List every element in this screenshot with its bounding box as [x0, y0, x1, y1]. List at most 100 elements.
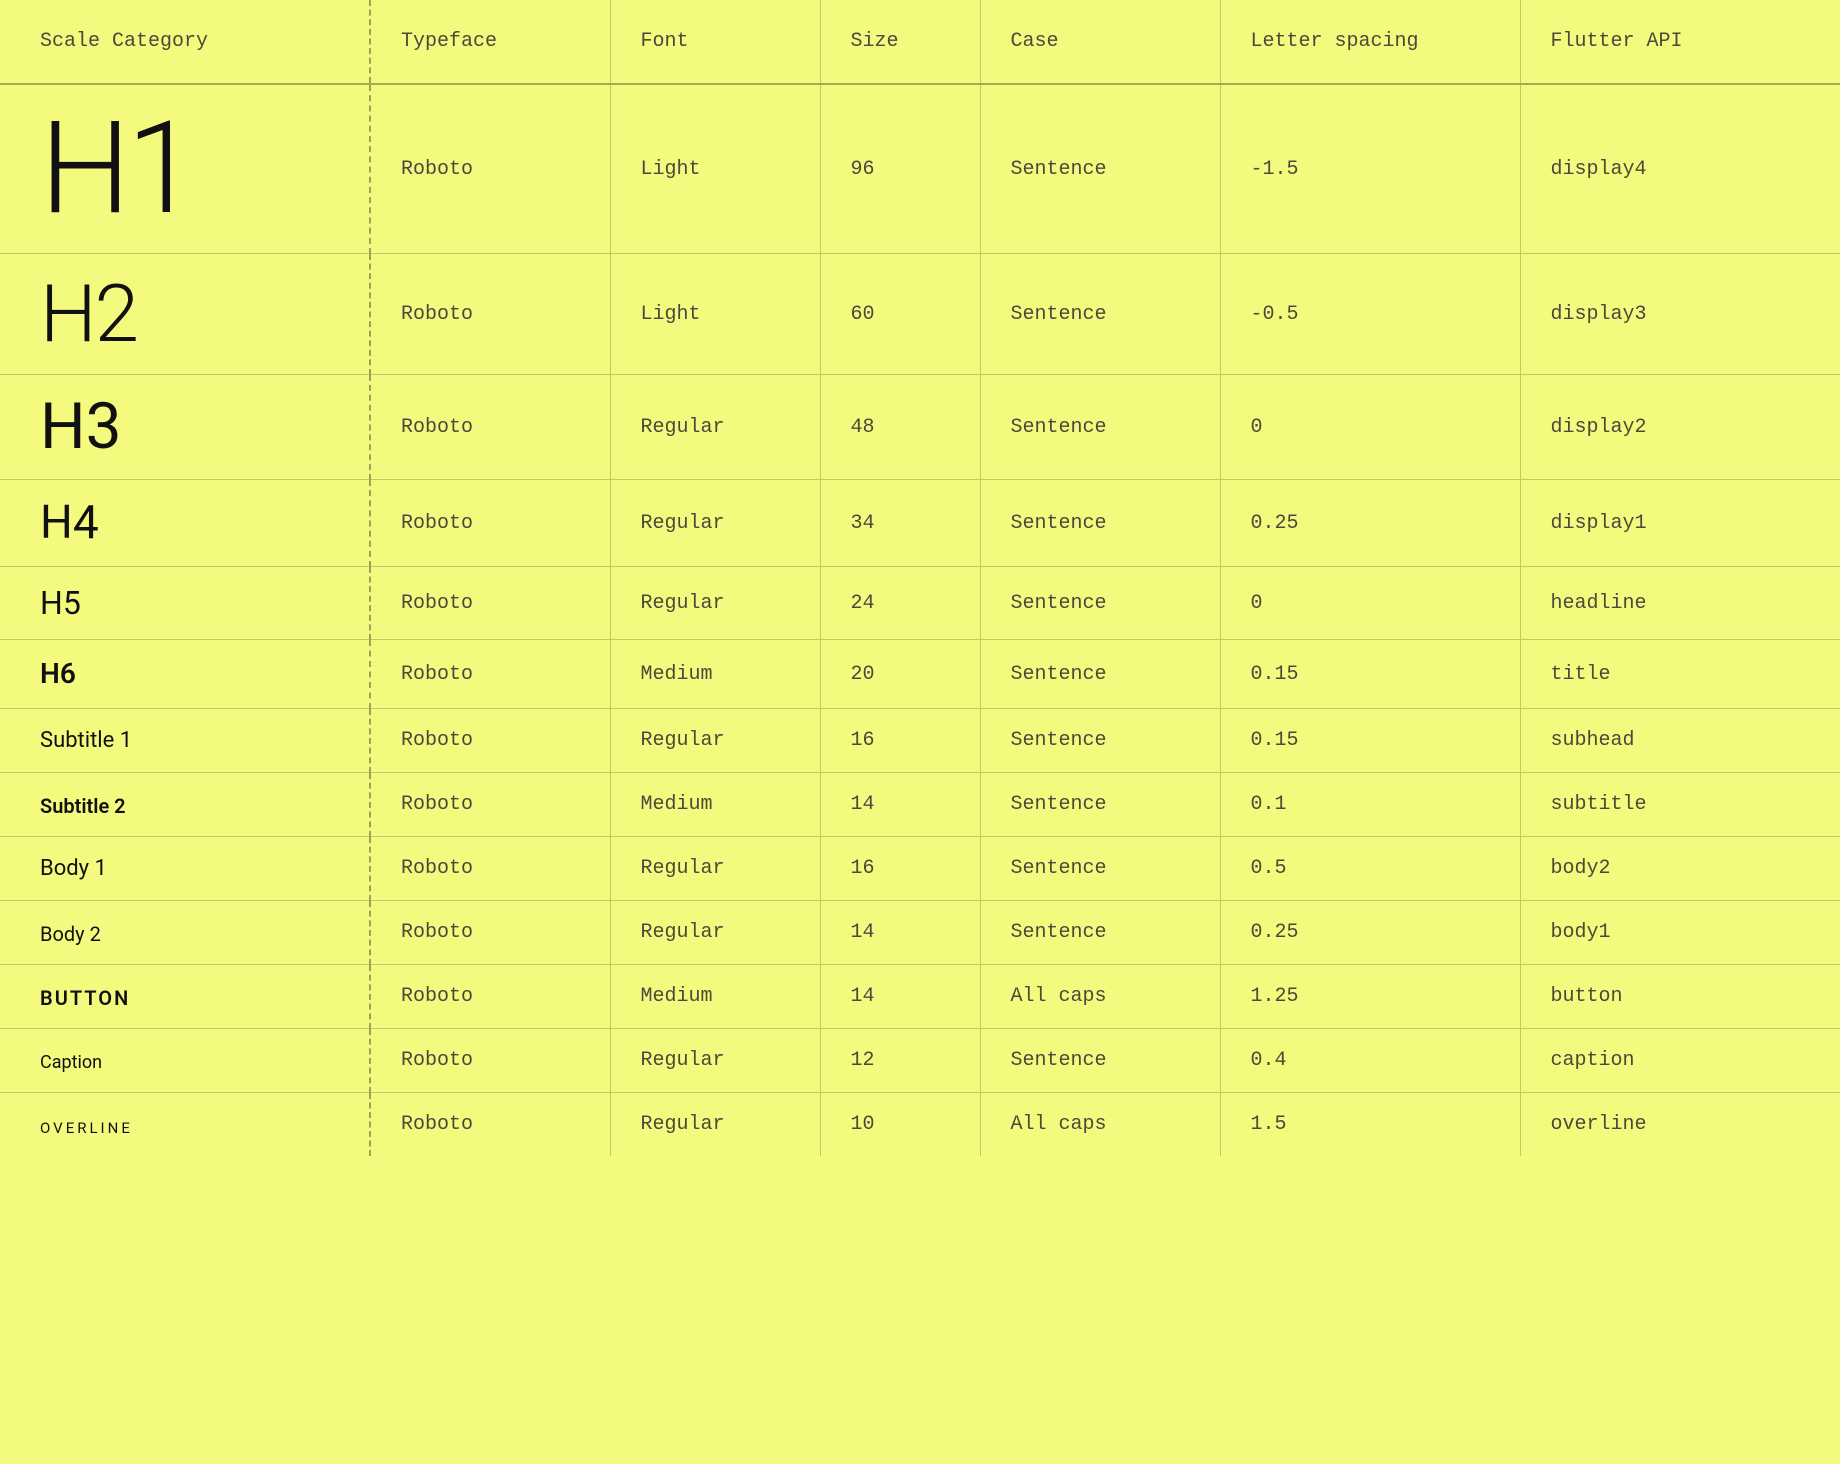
- scale-specimen: H3: [40, 395, 345, 459]
- api-cell: display1: [1520, 480, 1840, 567]
- size-cell: 14: [820, 901, 980, 965]
- table-row: OVERLINERobotoRegular10All caps1.5overli…: [0, 1093, 1840, 1157]
- api-cell: display2: [1520, 375, 1840, 480]
- api-cell: display3: [1520, 254, 1840, 375]
- typeface-cell: Roboto: [370, 254, 610, 375]
- typeface-cell: Roboto: [370, 567, 610, 640]
- scale-specimen: Subtitle 2: [40, 796, 345, 816]
- scale-specimen: Subtitle 1: [40, 730, 345, 752]
- size-cell: 14: [820, 773, 980, 837]
- table-row: H2RobotoLight60Sentence-0.5display3: [0, 254, 1840, 375]
- api-cell: headline: [1520, 567, 1840, 640]
- api-cell: body1: [1520, 901, 1840, 965]
- font-cell: Regular: [610, 1093, 820, 1157]
- col-size-header: Size: [820, 0, 980, 84]
- table-row: Body 2RobotoRegular14Sentence0.25body1: [0, 901, 1840, 965]
- scale-category-cell: Caption: [0, 1029, 370, 1093]
- table-row: H1RobotoLight96Sentence-1.5display4: [0, 84, 1840, 254]
- api-cell: overline: [1520, 1093, 1840, 1157]
- spacing-cell: 0.25: [1220, 480, 1520, 567]
- spacing-cell: 1.25: [1220, 965, 1520, 1029]
- api-cell: subtitle: [1520, 773, 1840, 837]
- case-cell: Sentence: [980, 84, 1220, 254]
- typeface-cell: Roboto: [370, 837, 610, 901]
- scale-specimen: H4: [40, 500, 345, 546]
- scale-category-cell: H2: [0, 254, 370, 375]
- size-cell: 10: [820, 1093, 980, 1157]
- typeface-cell: Roboto: [370, 901, 610, 965]
- case-cell: All caps: [980, 1093, 1220, 1157]
- table-header-row: Scale Category Typeface Font Size Case L…: [0, 0, 1840, 84]
- spacing-cell: 0.1: [1220, 773, 1520, 837]
- typeface-cell: Roboto: [370, 1029, 610, 1093]
- size-cell: 34: [820, 480, 980, 567]
- scale-category-cell: Subtitle 2: [0, 773, 370, 837]
- api-cell: title: [1520, 640, 1840, 709]
- typeface-cell: Roboto: [370, 965, 610, 1029]
- font-cell: Regular: [610, 375, 820, 480]
- spacing-cell: 0.4: [1220, 1029, 1520, 1093]
- table-row: H3RobotoRegular48Sentence0display2: [0, 375, 1840, 480]
- spacing-cell: 0: [1220, 567, 1520, 640]
- scale-specimen: H5: [40, 587, 345, 619]
- table-row: BUTTON RobotoMedium14All caps1.25button: [0, 965, 1840, 1029]
- scale-category-cell: H6: [0, 640, 370, 709]
- font-cell: Regular: [610, 709, 820, 773]
- table-row: Body 1RobotoRegular16Sentence0.5body2: [0, 837, 1840, 901]
- scale-category-cell: H5: [0, 567, 370, 640]
- case-cell: All caps: [980, 965, 1220, 1029]
- case-cell: Sentence: [980, 254, 1220, 375]
- table-row: Caption RobotoRegular12Sentence0.4caption: [0, 1029, 1840, 1093]
- case-cell: Sentence: [980, 773, 1220, 837]
- col-font-header: Font: [610, 0, 820, 84]
- scale-specimen: OVERLINE: [40, 1121, 345, 1136]
- scale-category-cell: Subtitle 1: [0, 709, 370, 773]
- typeface-cell: Roboto: [370, 640, 610, 709]
- size-cell: 16: [820, 709, 980, 773]
- case-cell: Sentence: [980, 375, 1220, 480]
- spacing-cell: -0.5: [1220, 254, 1520, 375]
- api-cell: display4: [1520, 84, 1840, 254]
- api-cell: button: [1520, 965, 1840, 1029]
- case-cell: Sentence: [980, 1029, 1220, 1093]
- font-cell: Medium: [610, 965, 820, 1029]
- spacing-cell: 0: [1220, 375, 1520, 480]
- scale-specimen: H2: [40, 274, 345, 354]
- api-cell: caption: [1520, 1029, 1840, 1093]
- scale-category-cell: OVERLINE: [0, 1093, 370, 1157]
- size-cell: 12: [820, 1029, 980, 1093]
- case-cell: Sentence: [980, 567, 1220, 640]
- col-scale-header: Scale Category: [0, 0, 370, 84]
- scale-specimen: Body 2: [40, 924, 345, 944]
- size-cell: 14: [820, 965, 980, 1029]
- typeface-cell: Roboto: [370, 773, 610, 837]
- case-cell: Sentence: [980, 709, 1220, 773]
- size-cell: 60: [820, 254, 980, 375]
- size-cell: 16: [820, 837, 980, 901]
- size-cell: 24: [820, 567, 980, 640]
- spacing-cell: 0.15: [1220, 640, 1520, 709]
- typeface-cell: Roboto: [370, 709, 610, 773]
- font-cell: Regular: [610, 901, 820, 965]
- font-cell: Regular: [610, 1029, 820, 1093]
- font-cell: Light: [610, 84, 820, 254]
- case-cell: Sentence: [980, 640, 1220, 709]
- table-row: H6RobotoMedium20Sentence0.15title: [0, 640, 1840, 709]
- font-cell: Regular: [610, 567, 820, 640]
- scale-specimen: H6: [40, 660, 345, 688]
- scale-category-cell: Body 2: [0, 901, 370, 965]
- scale-specimen: Caption: [40, 1054, 345, 1072]
- font-cell: Medium: [610, 640, 820, 709]
- size-cell: 48: [820, 375, 980, 480]
- font-cell: Regular: [610, 480, 820, 567]
- size-cell: 96: [820, 84, 980, 254]
- col-case-header: Case: [980, 0, 1220, 84]
- col-spacing-header: Letter spacing: [1220, 0, 1520, 84]
- spacing-cell: 0.5: [1220, 837, 1520, 901]
- scale-category-cell: BUTTON: [0, 965, 370, 1029]
- scale-specimen: BUTTON: [40, 988, 345, 1008]
- table-row: Subtitle 1RobotoRegular16Sentence0.15sub…: [0, 709, 1840, 773]
- table-row: H4RobotoRegular34Sentence0.25display1: [0, 480, 1840, 567]
- spacing-cell: 0.15: [1220, 709, 1520, 773]
- spacing-cell: 1.5: [1220, 1093, 1520, 1157]
